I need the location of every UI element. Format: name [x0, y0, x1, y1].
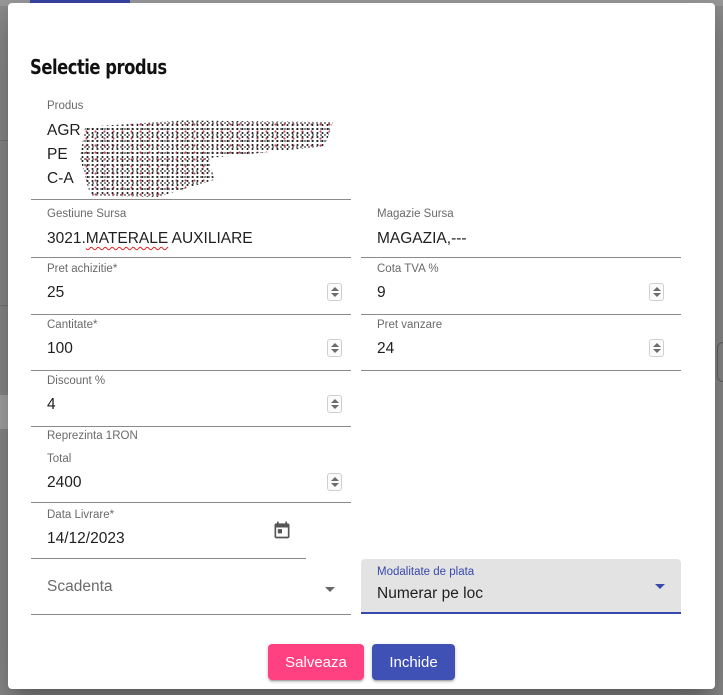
background-button [0, 395, 8, 429]
pret-vanzare-field[interactable]: Pret vanzare 24 [361, 319, 681, 371]
scadenta-underline [31, 614, 351, 615]
modalitate-plata-dropdown-arrow-icon [655, 584, 665, 589]
cantitate-label: Cantitate* [47, 319, 98, 331]
dialog-title: Selectie produs [30, 55, 167, 79]
scadenta-select[interactable]: Scadenta [31, 563, 351, 615]
scadenta-placeholder: Scadenta [47, 578, 113, 595]
modalitate-plata-select[interactable]: Modalitate de plata Numerar pe loc [361, 559, 681, 614]
total-label: Total [47, 453, 72, 465]
cota-tva-underline [361, 314, 681, 315]
cantitate-value: 100 [47, 340, 73, 357]
background-divider [0, 305, 8, 306]
cota-tva-stepper[interactable] [649, 283, 664, 301]
cantitate-stepper[interactable] [327, 339, 342, 357]
cantitate-underline [31, 370, 351, 371]
pret-vanzare-label: Pret vanzare [377, 319, 443, 331]
discount-hint-text: Reprezinta 1RON [47, 430, 138, 442]
discount-stepper[interactable] [327, 395, 342, 413]
magazie-sursa-field[interactable]: Magazie Sursa MAGAZIA,--- [361, 206, 681, 258]
total-field[interactable]: Total 2400 [31, 453, 351, 503]
close-button[interactable]: Inchide [372, 644, 455, 680]
data-livrare-label: Data Livrare* [47, 509, 115, 521]
product-line-2: PE [47, 146, 68, 163]
gestiune-sursa-value: 3021.MATERALE AUXILIARE [47, 230, 253, 247]
cantitate-field[interactable]: Cantitate* 100 [31, 319, 351, 371]
pret-vanzare-underline [361, 370, 681, 371]
total-stepper[interactable] [327, 473, 342, 491]
gestiune-sursa-underline [31, 257, 351, 258]
product-label: Produs [47, 100, 84, 112]
modalitate-plata-underline [361, 612, 681, 614]
total-underline [31, 502, 351, 503]
product-selection-dialog: Selectie produs Produs AGR PE C-A Gestiu… [8, 3, 715, 689]
gestiune-sursa-label: Gestiune Sursa [47, 208, 127, 220]
discount-hint: Reprezinta 1RON [31, 430, 351, 446]
save-button[interactable]: Salveaza [268, 644, 364, 680]
product-underline [31, 199, 351, 200]
background-divider [0, 140, 8, 141]
pret-achizitie-value: 25 [47, 284, 65, 301]
background-outline-button [717, 342, 723, 382]
pret-achizitie-field[interactable]: Pret achizitie* 25 [31, 263, 351, 315]
magazie-sursa-value: MAGAZIA,--- [377, 230, 467, 247]
total-value: 2400 [47, 474, 82, 491]
data-livrare-underline [31, 558, 306, 559]
cota-tva-label: Cota TVA % [377, 263, 439, 275]
data-livrare-field[interactable]: Data Livrare* 14/12/2023 [31, 509, 306, 559]
pret-vanzare-value: 24 [377, 340, 395, 357]
discount-value: 4 [47, 396, 56, 413]
scadenta-dropdown-arrow-icon [325, 587, 335, 592]
discount-underline [31, 426, 351, 427]
magazie-sursa-label: Magazie Sursa [377, 208, 454, 220]
discount-field[interactable]: Discount % 4 [31, 375, 351, 427]
modalitate-plata-label: Modalitate de plata [377, 566, 475, 578]
cota-tva-field[interactable]: Cota TVA % 9 [361, 263, 681, 315]
cota-tva-value: 9 [377, 284, 386, 301]
discount-label: Discount % [47, 375, 106, 387]
data-livrare-value: 14/12/2023 [47, 530, 125, 547]
gestiune-sursa-field[interactable]: Gestiune Sursa 3021.MATERALE AUXILIARE [31, 206, 351, 258]
pret-achizitie-underline [31, 314, 351, 315]
calendar-icon[interactable] [272, 520, 292, 540]
magazie-sursa-underline [361, 257, 681, 258]
pret-achizitie-stepper[interactable] [327, 283, 342, 301]
pret-achizitie-label: Pret achizitie* [47, 263, 118, 275]
product-line-3: C-A [47, 170, 74, 187]
modalitate-plata-value: Numerar pe loc [377, 585, 483, 602]
pret-vanzare-stepper[interactable] [649, 339, 664, 357]
product-line-1: AGR [47, 122, 81, 139]
